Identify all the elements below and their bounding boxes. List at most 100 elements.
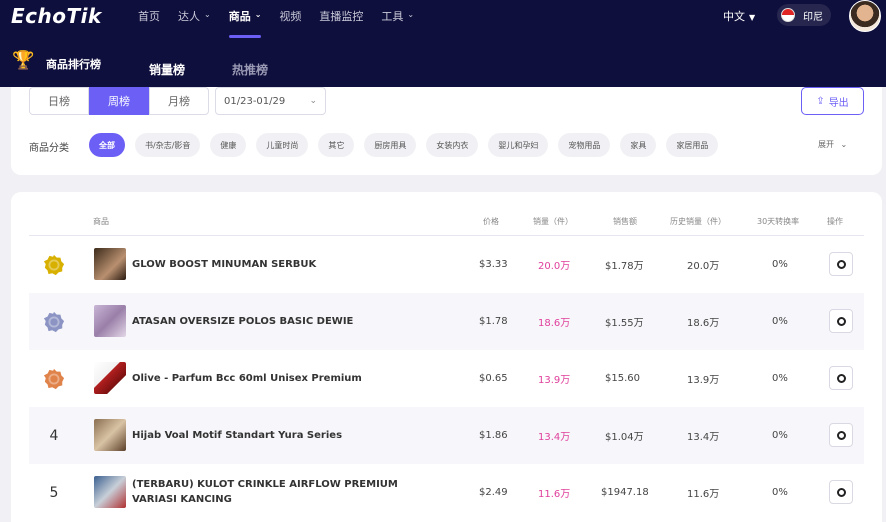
table-header: 商品 价格 销量（件） 销售额 历史销量（件） 30天转换率 操作 (29, 208, 864, 236)
region-selector[interactable]: 印尼 (777, 4, 831, 26)
table-row[interactable]: ATASAN OVERSIZE POLOS BASIC DEWIE $1.78 18… (29, 293, 864, 350)
sales-value: 13.9万 (538, 375, 571, 386)
category-chip[interactable]: 其它 (318, 133, 355, 157)
header-history-sales[interactable]: 历史销量（件） (670, 216, 726, 227)
header-action: 操作 (827, 217, 843, 226)
history-sales-value: 13.9万 (687, 375, 720, 386)
table-row[interactable]: 5 (TERBARU) KULOT CRINKLE AIRFLOW PREMIUM… (29, 464, 864, 521)
sales-value: 13.4万 (538, 432, 571, 443)
export-label: 导出 (828, 97, 849, 109)
category-chip[interactable]: 婴儿和孕妇 (488, 133, 549, 157)
table-row[interactable]: GLOW BOOST MINUMAN SERBUK $3.33 20.0万 $1.78… (29, 236, 864, 293)
echotik-logo[interactable]: EchoTik (11, 4, 102, 28)
conversion-value: 0% (772, 316, 788, 327)
nav-item-label: 首页 (138, 10, 160, 23)
ranking-title: 商品排行榜 (46, 58, 101, 71)
product-thumbnail[interactable] (94, 305, 126, 337)
header-sales[interactable]: 销量（件） (533, 216, 573, 227)
category-chip[interactable]: 儿童时尚 (256, 133, 309, 157)
chevron-down-icon: ⌄ (204, 10, 211, 19)
rank-medal (29, 293, 79, 350)
revenue-value: $1947.18 (601, 487, 649, 498)
header-revenue[interactable]: 销售额 (613, 216, 637, 227)
category-chip[interactable]: 厨房用具 (364, 133, 417, 157)
detail-button[interactable] (829, 252, 853, 276)
table-row[interactable]: 4 Hijab Voal Motif Standart Yura Series $1… (29, 407, 864, 464)
rank-medal (29, 236, 79, 293)
price-value: $0.65 (479, 373, 508, 384)
nav-item[interactable]: 直播监控 (319, 8, 363, 38)
category-chip[interactable]: 宠物用品 (558, 133, 611, 157)
history-sales-value: 20.0万 (687, 261, 720, 272)
rank-medal (29, 350, 79, 407)
date-range-value: 01/23-01/29 (224, 95, 286, 107)
category-chip[interactable]: 全部 (89, 133, 125, 157)
product-thumbnail[interactable] (94, 362, 126, 394)
price-value: $2.49 (479, 487, 508, 498)
sales-value: 20.0万 (538, 261, 571, 272)
chevron-down-icon: ⌄ (309, 96, 317, 106)
sales-value: 18.6万 (538, 318, 571, 329)
ranking-subnav: 🏆 商品排行榜 销量榜 热推榜 (0, 44, 886, 87)
expand-label: 展开 (818, 140, 834, 149)
period-toggle: 日榜 周榜 月榜 (29, 87, 209, 115)
expand-button[interactable]: 展开 ⌄ (818, 139, 847, 150)
medal-icon (43, 368, 65, 389)
region-label: 印尼 (803, 11, 823, 23)
search-icon (836, 259, 846, 269)
nav-item[interactable]: 工具 ⌄ (381, 8, 414, 38)
revenue-value: $1.78万 (605, 261, 644, 272)
category-chip[interactable]: 女装内衣 (426, 133, 479, 157)
rank-number: 5 (49, 484, 59, 501)
nav-item[interactable]: 视频 (279, 8, 301, 38)
caret-down-icon: ▼ (749, 12, 756, 22)
product-name[interactable]: Hijab Voal Motif Standart Yura Series (132, 428, 432, 443)
nav-item[interactable]: 商品 ⌄ (228, 8, 261, 38)
tab-sales-ranking[interactable]: 销量榜 (149, 61, 185, 78)
category-label: 商品分类 (29, 143, 69, 154)
user-avatar[interactable] (849, 0, 881, 32)
export-icon: ⇪ (816, 95, 825, 107)
product-name[interactable]: GLOW BOOST MINUMAN SERBUK (132, 257, 432, 272)
detail-button[interactable] (829, 366, 853, 390)
conversion-value: 0% (772, 259, 788, 270)
table-row[interactable]: Olive - Parfum Bcc 60ml Unisex Premium $0… (29, 350, 864, 407)
detail-button[interactable] (829, 423, 853, 447)
nav-item[interactable]: 达人 ⌄ (178, 8, 211, 38)
period-monthly-button[interactable]: 月榜 (149, 87, 209, 115)
revenue-value: $15.60 (605, 373, 640, 384)
header-product: 商品 (93, 217, 109, 226)
category-chip[interactable]: 家具 (620, 133, 657, 157)
period-daily-button[interactable]: 日榜 (29, 87, 89, 115)
product-thumbnail[interactable] (94, 476, 126, 508)
top-header: EchoTik 首页 达人 ⌄ 商品 ⌄ 视频 直播监控 工具 ⌄ 中文 ▼ 印尼 🏆 商品排行… (0, 0, 886, 87)
history-sales-value: 18.6万 (687, 318, 720, 329)
search-icon (836, 316, 846, 326)
detail-button[interactable] (829, 309, 853, 333)
tab-hot-ranking[interactable]: 热推榜 (232, 61, 268, 78)
history-sales-value: 11.6万 (687, 489, 720, 500)
filter-panel: 日榜 周榜 月榜 01/23-01/29 ⌄ ⇪ 导出 商品分类 全部 书/杂志/… (11, 87, 882, 175)
price-value: $1.86 (479, 430, 508, 441)
category-chip[interactable]: 家居用品 (666, 133, 719, 157)
category-chip[interactable]: 健康 (210, 133, 247, 157)
product-name[interactable]: (TERBARU) KULOT CRINKLE AIRFLOW PREMIUM … (132, 477, 432, 507)
conversion-value: 0% (772, 487, 788, 498)
trophy-icon: 🏆 (12, 50, 35, 71)
product-thumbnail[interactable] (94, 248, 126, 280)
category-chip[interactable]: 书/杂志/影音 (135, 133, 201, 157)
period-weekly-button[interactable]: 周榜 (89, 87, 149, 115)
header-price[interactable]: 价格 (483, 216, 499, 227)
search-icon (836, 487, 846, 497)
search-icon (836, 430, 846, 440)
search-icon (836, 373, 846, 383)
product-thumbnail[interactable] (94, 419, 126, 451)
header-conversion[interactable]: 30天转换率 (757, 216, 799, 227)
nav-item[interactable]: 首页 (138, 8, 160, 38)
detail-button[interactable] (829, 480, 853, 504)
date-range-select[interactable]: 01/23-01/29 ⌄ (215, 87, 326, 115)
product-name[interactable]: ATASAN OVERSIZE POLOS BASIC DEWIE (132, 314, 432, 329)
language-selector[interactable]: 中文 ▼ (723, 8, 755, 24)
product-name[interactable]: Olive - Parfum Bcc 60ml Unisex Premium (132, 371, 432, 386)
export-button[interactable]: ⇪ 导出 (801, 87, 864, 115)
